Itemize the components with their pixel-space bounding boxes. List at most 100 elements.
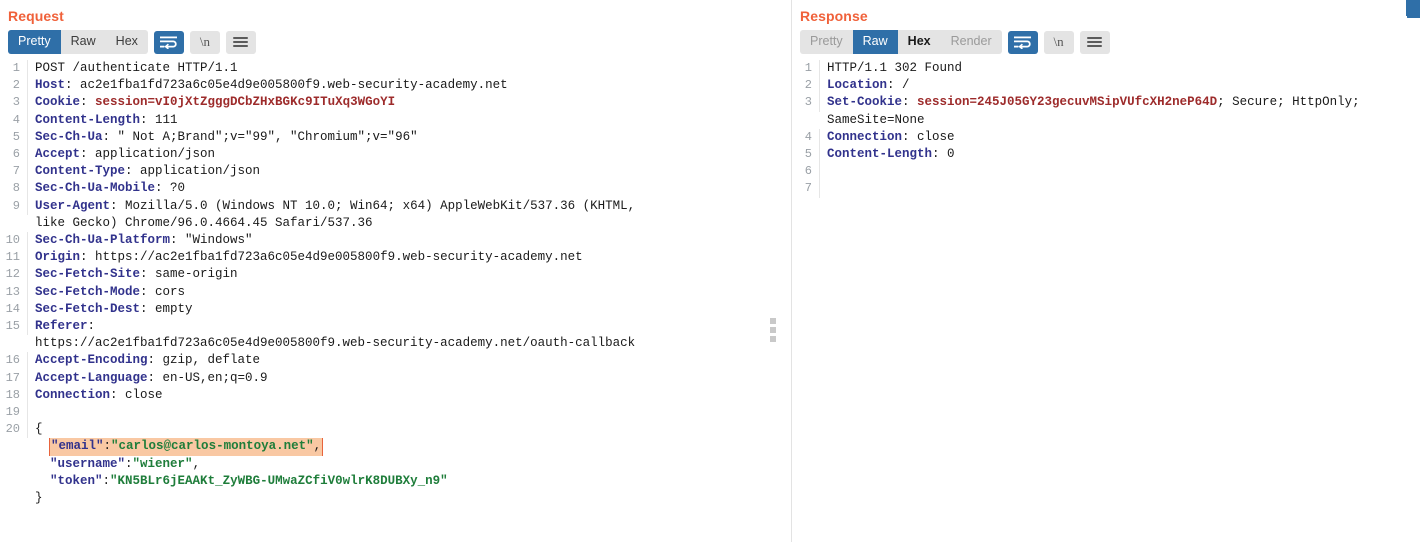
response-line-content[interactable]: Connection: close xyxy=(820,129,1420,146)
response-line-content[interactable]: HTTP/1.1 302 Found xyxy=(820,60,1420,77)
response-tab-pretty[interactable]: Pretty xyxy=(800,30,853,54)
request-tab-raw[interactable]: Raw xyxy=(61,30,106,54)
request-indent xyxy=(35,439,50,453)
request-line-number: 11 xyxy=(0,249,28,266)
request-token-val: : https://ac2e1fba1fd723a6c05e4d9e005800… xyxy=(80,250,583,264)
request-line-content[interactable]: User-Agent: Mozilla/5.0 (Windows NT 10.0… xyxy=(28,198,762,215)
response-token-val: : / xyxy=(887,78,910,92)
request-line-content[interactable]: Content-Type: application/json xyxy=(28,163,762,180)
request-line-number: 6 xyxy=(0,146,28,163)
request-line-number: 1 xyxy=(0,60,28,77)
request-line-content[interactable]: Sec-Fetch-Dest: empty xyxy=(28,301,762,318)
request-token-val: : en-US,en;q=0.9 xyxy=(148,371,268,385)
request-token-val: : ?0 xyxy=(155,181,185,195)
response-panel: Response PrettyRawHexRender \n 1HTTP/ xyxy=(792,0,1420,542)
response-word-wrap-icon[interactable] xyxy=(1008,31,1038,54)
response-token-val: ; Secure; HttpOnly; xyxy=(1217,95,1360,109)
request-line-content[interactable]: POST /authenticate HTTP/1.1 xyxy=(28,60,762,77)
panel-resize-handle-icon[interactable] xyxy=(770,318,777,342)
request-line-content[interactable]: Sec-Ch-Ua-Platform: "Windows" xyxy=(28,232,762,249)
response-token-val: : close xyxy=(902,130,955,144)
request-line-content[interactable]: https://ac2e1fba1fd723a6c05e4d9e005800f9… xyxy=(28,335,762,352)
response-token-plain: HTTP/1.1 302 Found xyxy=(827,61,962,75)
request-tab-pretty[interactable]: Pretty xyxy=(8,30,61,54)
response-tab-raw[interactable]: Raw xyxy=(853,30,898,54)
response-line: 4Connection: close xyxy=(792,129,1420,146)
request-newline-label: \n xyxy=(200,34,210,50)
burp-request-response-viewer: Request PrettyRawHex \n 1POST /authen xyxy=(0,0,1420,542)
response-line-content[interactable] xyxy=(820,163,1420,180)
request-line-content[interactable]: like Gecko) Chrome/96.0.4664.45 Safari/5… xyxy=(28,215,762,232)
request-line-content[interactable]: { xyxy=(28,421,762,438)
request-line-content[interactable]: "token":"KN5BLr6jEAAKt_ZyWBG-UMwaZCfiV0w… xyxy=(28,473,762,490)
request-line-content[interactable]: Cookie: session=vI0jXtZgggDCbZHxBGKc9ITu… xyxy=(28,94,762,111)
request-token-val: : application/json xyxy=(125,164,260,178)
response-tab-render[interactable]: Render xyxy=(941,30,1002,54)
request-line-content[interactable]: Accept: application/json xyxy=(28,146,762,163)
request-menu-icon[interactable] xyxy=(226,31,256,54)
request-line-content[interactable]: "email":"carlos@carlos-montoya.net", xyxy=(28,438,762,455)
request-line-number: 7 xyxy=(0,163,28,180)
response-editor[interactable]: 1HTTP/1.1 302 Found2Location: /3Set-Cook… xyxy=(792,60,1420,528)
response-line-content[interactable] xyxy=(820,180,1420,197)
response-line-content[interactable]: SameSite=None xyxy=(820,112,1420,129)
response-tab-hex[interactable]: Hex xyxy=(898,30,941,54)
request-line-content[interactable]: Sec-Fetch-Mode: cors xyxy=(28,284,762,301)
response-token-hdr: Connection xyxy=(827,130,902,144)
request-editor[interactable]: 1POST /authenticate HTTP/1.12Host: ac2e1… xyxy=(0,60,762,528)
request-line-content[interactable]: Accept-Encoding: gzip, deflate xyxy=(28,352,762,369)
request-line-content[interactable]: Referer: xyxy=(28,318,762,335)
response-line-number: 3 xyxy=(792,94,820,111)
request-token-val: : Mozilla/5.0 (Windows NT 10.0; Win64; x… xyxy=(110,199,635,213)
request-line-content[interactable]: Sec-Ch-Ua: " Not A;Brand";v="99", "Chrom… xyxy=(28,129,762,146)
request-line-content[interactable]: Accept-Language: en-US,en;q=0.9 xyxy=(28,370,762,387)
request-line-content[interactable] xyxy=(28,404,762,421)
response-menu-icon[interactable] xyxy=(1080,31,1110,54)
request-newline-icon[interactable]: \n xyxy=(190,31,220,54)
request-line: 13Sec-Fetch-Mode: cors xyxy=(0,284,762,301)
response-line-content[interactable]: Content-Length: 0 xyxy=(820,146,1420,163)
request-line: "email":"carlos@carlos-montoya.net", xyxy=(0,438,762,455)
request-highlighted-token[interactable]: "email":"carlos@carlos-montoya.net", xyxy=(50,438,322,455)
response-line-content[interactable]: Set-Cookie: session=245J05GY23gecuvMSipV… xyxy=(820,94,1420,111)
window-corner-widget[interactable] xyxy=(1406,0,1420,18)
request-line-number: 19 xyxy=(0,404,28,421)
request-line-number: 17 xyxy=(0,370,28,387)
response-token-hdr: Location xyxy=(827,78,887,92)
request-word-wrap-icon[interactable] xyxy=(154,31,184,54)
request-view-tabs[interactable]: PrettyRawHex xyxy=(8,30,148,54)
request-line: 12Sec-Fetch-Site: same-origin xyxy=(0,266,762,283)
request-token-val: like Gecko) Chrome/96.0.4664.45 Safari/5… xyxy=(35,216,373,230)
request-line: 15Referer: xyxy=(0,318,762,335)
request-line-content[interactable]: "username":"wiener", xyxy=(28,456,762,473)
request-line-content[interactable]: Content-Length: 111 xyxy=(28,112,762,129)
panel-divider[interactable] xyxy=(762,0,792,542)
response-token-val: : 0 xyxy=(932,147,955,161)
request-panel: Request PrettyRawHex \n 1POST /authen xyxy=(0,0,762,542)
request-line-content[interactable]: } xyxy=(28,490,762,507)
vertical-scrollbar[interactable] xyxy=(1416,18,1420,542)
response-line: 1HTTP/1.1 302 Found xyxy=(792,60,1420,77)
request-line-content[interactable]: Sec-Ch-Ua-Mobile: ?0 xyxy=(28,180,762,197)
request-line-number: 16 xyxy=(0,352,28,369)
request-token-val: : same-origin xyxy=(140,267,238,281)
request-line-content[interactable]: Host: ac2e1fba1fd723a6c05e4d9e005800f9.w… xyxy=(28,77,762,94)
request-token-cval: session=vI0jXtZgggDCbZHxBGKc9ITuXq3WGoYI xyxy=(95,95,395,109)
request-token-hdr: Referer xyxy=(35,319,88,333)
request-line-content[interactable]: Sec-Fetch-Site: same-origin xyxy=(28,266,762,283)
request-tab-hex[interactable]: Hex xyxy=(106,30,148,54)
request-line: like Gecko) Chrome/96.0.4664.45 Safari/5… xyxy=(0,215,762,232)
response-token-val: SameSite=None xyxy=(827,113,925,127)
request-token-str: "wiener" xyxy=(133,457,193,471)
request-line-content[interactable]: Connection: close xyxy=(28,387,762,404)
response-line-content[interactable]: Location: / xyxy=(820,77,1420,94)
request-line-number: 10 xyxy=(0,232,28,249)
request-line: 6Accept: application/json xyxy=(0,146,762,163)
response-newline-icon[interactable]: \n xyxy=(1044,31,1074,54)
request-line-content[interactable]: Origin: https://ac2e1fba1fd723a6c05e4d9e… xyxy=(28,249,762,266)
request-token-val: : xyxy=(88,319,96,333)
response-line-number: 4 xyxy=(792,129,820,146)
request-token-hdr: Host xyxy=(35,78,65,92)
response-view-tabs[interactable]: PrettyRawHexRender xyxy=(800,30,1002,54)
request-line: 16Accept-Encoding: gzip, deflate xyxy=(0,352,762,369)
